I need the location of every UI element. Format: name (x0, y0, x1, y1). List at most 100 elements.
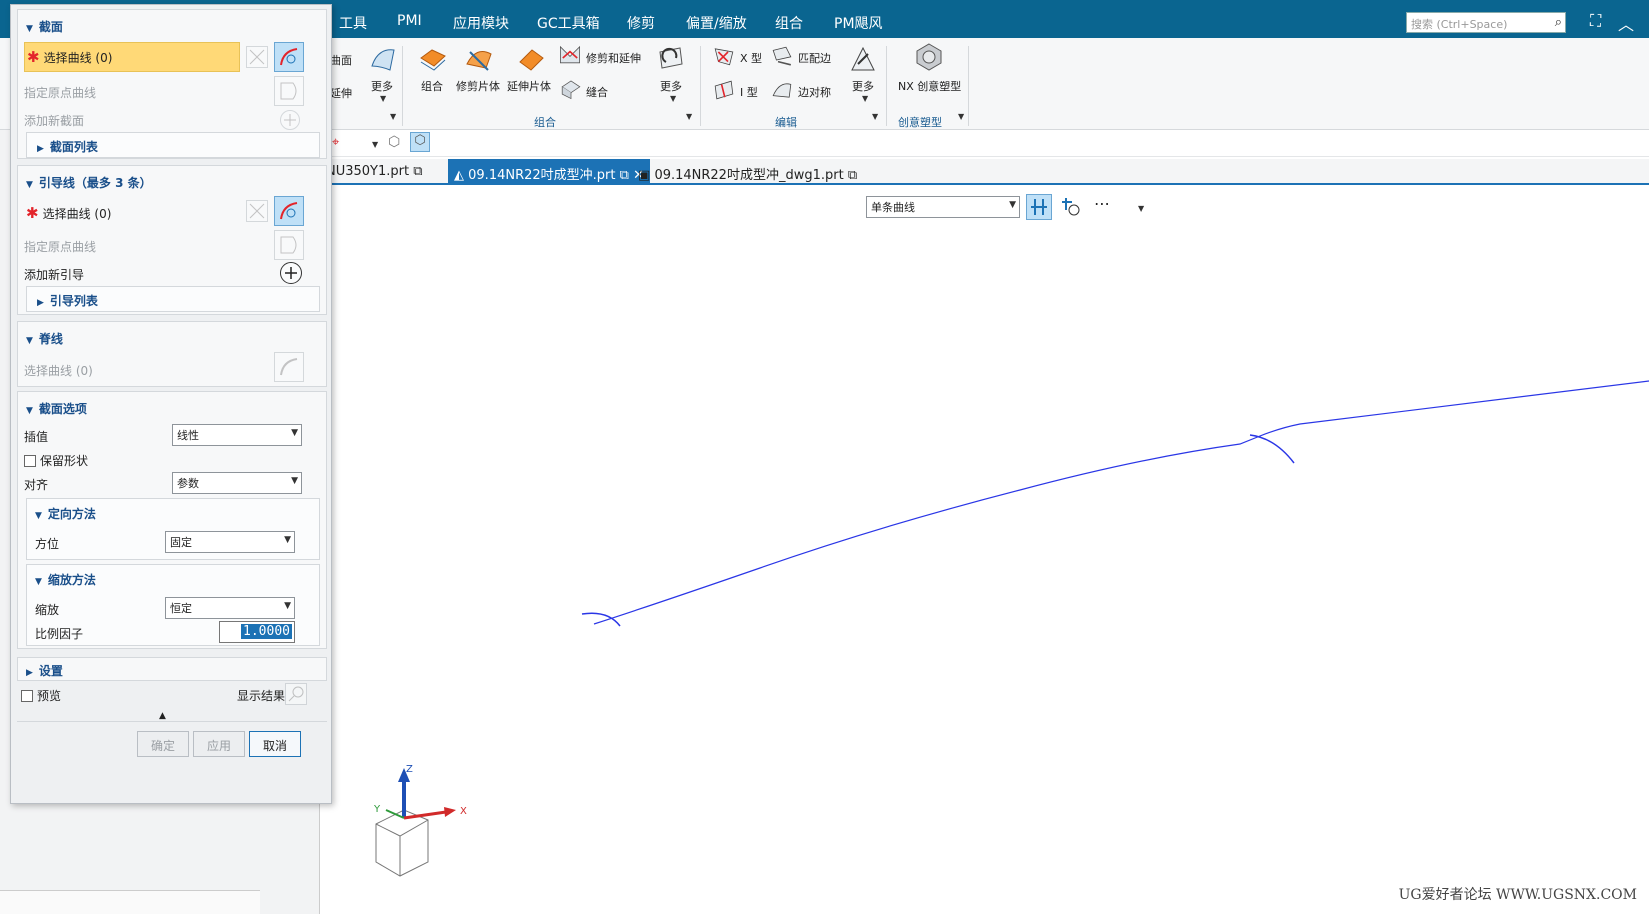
group-creative-dropdown-icon[interactable]: ▼ (958, 112, 964, 121)
section-options-header[interactable]: ▼ 截面选项 (26, 400, 87, 417)
cancel-button[interactable]: 取消 (249, 731, 301, 757)
section-curve-1[interactable] (581, 612, 621, 627)
add-section-icon[interactable] (280, 110, 300, 130)
edit-more-icon[interactable] (848, 44, 878, 74)
combine-icon[interactable] (418, 44, 448, 74)
collapse-ribbon-icon[interactable]: ︿ (1618, 11, 1634, 35)
trim-extend-icon[interactable] (558, 42, 582, 66)
add-guide-icon[interactable] (280, 262, 302, 284)
curve-select-icon[interactable] (274, 196, 304, 226)
ribbon-i-type[interactable]: I 型 (740, 84, 758, 100)
orientation-header[interactable]: ▼ 定向方法 (35, 505, 96, 522)
section-list[interactable]: ▶ 截面列表 (26, 132, 320, 158)
ribbon-sew[interactable]: 缝合 (586, 84, 608, 100)
ribbon-trim-sheet[interactable]: 修剪片体 (456, 78, 500, 94)
group-1-dropdown-icon[interactable]: ▼ (390, 112, 396, 121)
settings-header[interactable]: ▶ 设置 (26, 662, 63, 679)
scaling-select[interactable]: 恒定 ▼ (165, 597, 295, 619)
ribbon-extend-sheet[interactable]: 延伸片体 (507, 78, 551, 94)
extend-sheet-icon[interactable] (516, 44, 546, 74)
popout-icon[interactable]: ⧉ (848, 168, 857, 183)
sew-icon[interactable] (560, 78, 582, 100)
more-options-icon[interactable]: ⋯ (1094, 194, 1110, 213)
menu-trim[interactable]: 修剪 (627, 13, 655, 33)
nx-realize-shape-icon[interactable] (914, 42, 944, 72)
i-type-icon[interactable] (712, 78, 736, 102)
section-curve-2[interactable] (1249, 434, 1295, 464)
scaling-header[interactable]: ▼ 缩放方法 (35, 571, 96, 588)
menu-pm-hurricane[interactable]: PM飓风 (834, 13, 883, 33)
combine-more-caret-icon[interactable]: ▼ (670, 94, 676, 103)
shaded-view-icon[interactable]: ⬡ (410, 132, 430, 152)
edit-more-caret-icon[interactable]: ▼ (862, 94, 868, 103)
section-header[interactable]: ▼ 截面 (26, 18, 63, 35)
orientation-select[interactable]: 固定 ▼ (165, 531, 295, 553)
scale-factor-input[interactable]: 1.0000 (219, 621, 295, 643)
ribbon-match-edge[interactable]: 匹配边 (798, 50, 831, 66)
spine-curve-select-icon[interactable] (274, 352, 304, 382)
origin-curve-icon[interactable] (274, 76, 304, 106)
clear-selection-icon[interactable] (246, 200, 268, 222)
checkbox-icon[interactable] (21, 690, 33, 702)
keep-shape-checkbox[interactable]: 保留形状 (24, 452, 88, 469)
apply-button[interactable]: 应用 (193, 731, 245, 757)
tab-forming-punch-dwg[interactable]: ▣ 09.14NR22吋成型冲_dwg1.prt ⧉ (632, 159, 863, 183)
ribbon-edit-more[interactable]: 更多 (852, 78, 874, 94)
preview-checkbox[interactable]: 预览 (21, 687, 61, 704)
menu-pmi[interactable]: PMI (397, 13, 422, 29)
menu-combine[interactable]: 组合 (775, 13, 803, 33)
guide-header[interactable]: ▼ 引导线（最多 3 条） (26, 174, 152, 191)
ribbon-extend-label[interactable]: 延伸 (330, 85, 352, 101)
combine-more-icon[interactable] (656, 44, 686, 74)
tab-forming-punch[interactable]: ◭ 09.14NR22吋成型冲.prt ⧉ ✕ (448, 159, 650, 183)
show-result-icon[interactable] (285, 683, 307, 705)
fullscreen-icon[interactable]: ⛶ (1590, 11, 1601, 31)
menu-offset-scale[interactable]: 偏置/缩放 (686, 13, 747, 33)
ribbon-x-type[interactable]: X 型 (740, 50, 762, 66)
ribbon-surface-label[interactable]: 曲面 (330, 52, 352, 68)
surface-more-icon[interactable] (368, 44, 398, 74)
curve-select-icon[interactable] (274, 42, 304, 72)
match-edge-icon[interactable] (770, 44, 794, 68)
snap-dropdown-icon[interactable]: ▼ (372, 140, 378, 149)
more-1-caret-icon[interactable]: ▼ (380, 94, 386, 103)
interpolation-select[interactable]: 线性 ▼ (172, 424, 302, 446)
alignment-select[interactable]: 参数 ▼ (172, 472, 302, 494)
stop-at-intersection-icon[interactable] (1026, 194, 1052, 220)
menu-gc-toolkit[interactable]: GC工具箱 (537, 13, 600, 33)
origin-curve-icon[interactable] (274, 230, 304, 260)
graphics-window[interactable]: Z X Y UG爱好者论坛 WWW.UGSNX.COM (320, 186, 1649, 914)
collapse-dialog-icon[interactable]: ▲ (159, 711, 166, 721)
csys-triad[interactable]: Z X Y (356, 764, 496, 884)
ribbon-trim-extend[interactable]: 修剪和延伸 (586, 50, 641, 66)
ribbon-nx-realize-shape[interactable]: NX 创意塑型 (898, 78, 961, 94)
snap-point-icon[interactable]: ⌖ (332, 135, 339, 150)
tab-nu350y1[interactable]: NU350Y1.prt ⧉ (320, 159, 429, 183)
edge-symmetry-icon[interactable] (770, 78, 794, 102)
checkbox-icon[interactable] (24, 455, 36, 467)
curve-geometry[interactable] (320, 186, 1649, 914)
ribbon-combine[interactable]: 组合 (421, 78, 443, 94)
command-search-input[interactable]: 搜索 (Ctrl+Space) ⌕ (1406, 12, 1566, 33)
ribbon-more-1[interactable]: 更多 (371, 78, 393, 94)
spine-header[interactable]: ▼ 脊线 (26, 330, 63, 347)
menu-tools[interactable]: 工具 (339, 13, 367, 33)
selbar-dropdown-icon[interactable]: ▼ (1138, 204, 1144, 213)
section-select-curve[interactable]: ✱ 选择曲线 (0) (24, 42, 240, 72)
trim-sheet-icon[interactable] (464, 44, 494, 74)
x-type-icon[interactable] (712, 44, 736, 68)
ribbon-combine-more[interactable]: 更多 (660, 78, 682, 94)
ok-button[interactable]: 确定 (137, 731, 189, 757)
clear-selection-icon[interactable] (246, 46, 268, 68)
curve-rule-select[interactable]: 单条曲线 ▼ (866, 196, 1020, 218)
follow-fillet-icon[interactable] (1058, 194, 1084, 220)
guide-select-curve[interactable]: ✱ 选择曲线 (0) (26, 204, 111, 222)
guide-list[interactable]: ▶ 引导列表 (26, 286, 320, 312)
view-cube-icon[interactable]: ⬡ (388, 134, 400, 150)
group-edit-dropdown-icon[interactable]: ▼ (872, 112, 878, 121)
search-icon[interactable]: ⌕ (1555, 15, 1562, 30)
group-combine-dropdown-icon[interactable]: ▼ (686, 112, 692, 121)
settings-group[interactable]: ▶ 设置 (17, 657, 327, 681)
popout-icon[interactable]: ⧉ (620, 168, 629, 183)
menu-applications[interactable]: 应用模块 (453, 13, 509, 33)
